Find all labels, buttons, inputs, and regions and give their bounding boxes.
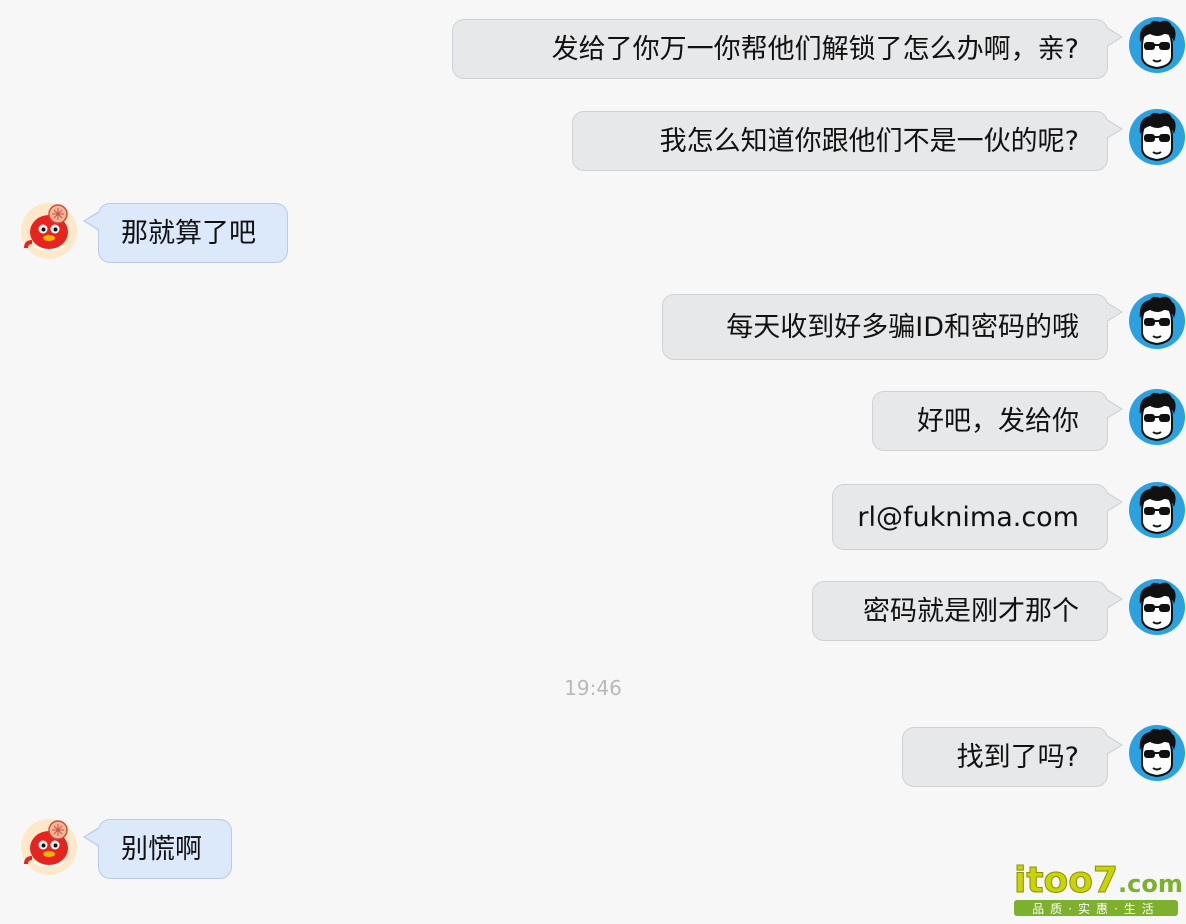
user-avatar-icon[interactable] [1128, 292, 1186, 350]
message-text: rl@fuknima.com [857, 501, 1079, 533]
outgoing-message[interactable]: 每天收到好多骗ID和密码的哦 [662, 294, 1123, 360]
outgoing-message[interactable]: 我怎么知道你跟他们不是一伙的呢? [572, 111, 1123, 171]
timestamp-separator: 19:46 [564, 676, 622, 700]
message-text: 那就算了吧 [121, 217, 256, 249]
watermark-domain: .com [1118, 870, 1182, 898]
outgoing-message[interactable]: 发给了你万一你帮他们解锁了怎么办啊，亲? [452, 19, 1123, 79]
message-text: 别慌啊 [121, 833, 202, 865]
message-text: 每天收到好多骗ID和密码的哦 [726, 311, 1079, 343]
user-avatar-icon[interactable] [1128, 481, 1186, 539]
user-avatar-icon[interactable] [1128, 16, 1186, 74]
message-text: 发给了你万一你帮他们解锁了怎么办啊，亲? [551, 33, 1079, 65]
message-text: 找到了吗? [956, 741, 1079, 773]
message-text: 密码就是刚才那个 [863, 595, 1079, 627]
contact-avatar-icon[interactable] [20, 202, 78, 260]
outgoing-message[interactable]: rl@fuknima.com [832, 484, 1123, 550]
incoming-message[interactable]: 那就算了吧 [83, 203, 288, 263]
incoming-message[interactable]: 别慌啊 [83, 819, 232, 879]
outgoing-message[interactable]: 密码就是刚才那个 [812, 581, 1123, 641]
user-avatar-icon[interactable] [1128, 578, 1186, 636]
chat-transcript: 发给了你万一你帮他们解锁了怎么办啊，亲? 我怎么知道你跟他们不是一伙的呢? 那就… [0, 0, 1186, 924]
user-avatar-icon[interactable] [1128, 388, 1186, 446]
watermark-brand: itoo7 [1014, 860, 1118, 901]
outgoing-message[interactable]: 找到了吗? [902, 727, 1123, 787]
user-avatar-icon[interactable] [1128, 724, 1186, 782]
site-watermark-logo: itoo7 .com 品质·实惠·生活 [1010, 852, 1183, 918]
message-text: 好吧，发给你 [917, 405, 1079, 437]
outgoing-message[interactable]: 好吧，发给你 [872, 391, 1123, 451]
user-avatar-icon[interactable] [1128, 108, 1186, 166]
watermark-tagline: 品质·实惠·生活 [1032, 901, 1160, 916]
contact-avatar-icon[interactable] [20, 818, 78, 876]
message-text: 我怎么知道你跟他们不是一伙的呢? [659, 125, 1079, 157]
